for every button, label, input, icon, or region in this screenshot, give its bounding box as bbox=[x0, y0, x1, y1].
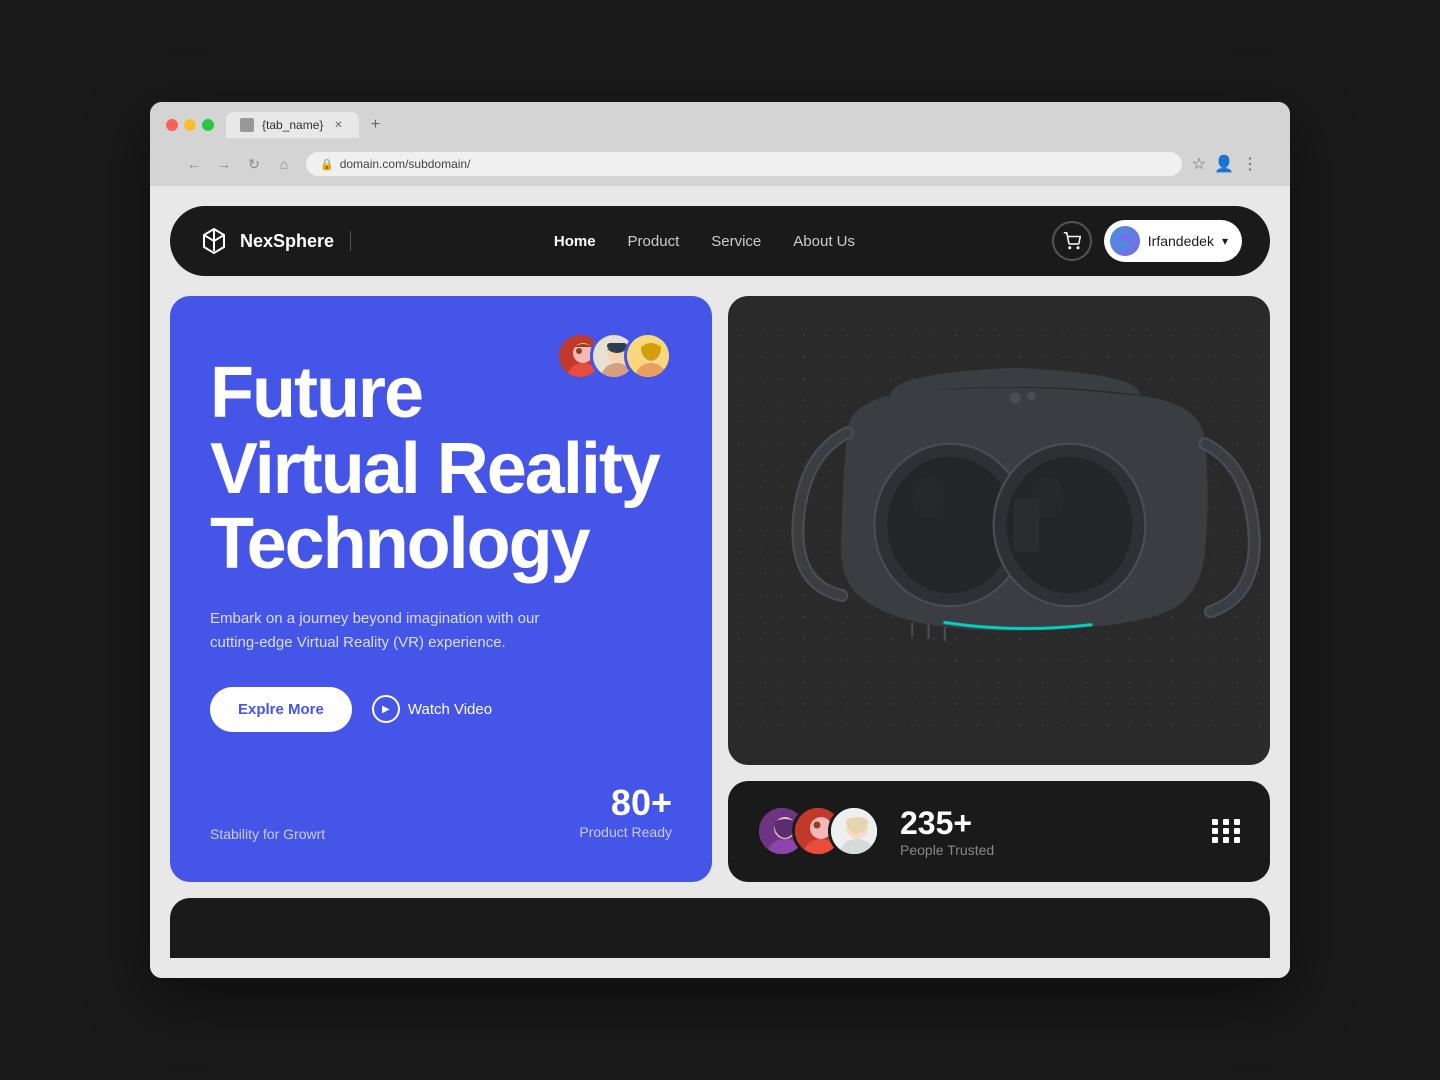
nav-links: Home Product Service About Us bbox=[554, 233, 855, 250]
browser-actions: ☆ 👤 ⋮ bbox=[1192, 154, 1258, 174]
hero-avatars bbox=[556, 332, 672, 380]
active-tab[interactable]: {tab_name} ✕ bbox=[226, 112, 359, 138]
logo-text: NexSphere bbox=[240, 231, 334, 252]
trusted-avatar-3 bbox=[828, 805, 880, 857]
forward-button[interactable]: → bbox=[212, 152, 236, 176]
maximize-button[interactable] bbox=[202, 119, 214, 131]
nav-actions: Irfandedek ▾ bbox=[1052, 220, 1242, 262]
refresh-button[interactable]: ↻ bbox=[242, 152, 266, 176]
tab-label: {tab_name} bbox=[262, 118, 323, 132]
nav-logo: NexSphere bbox=[198, 225, 357, 257]
page-content: NexSphere Home Product Service About Us bbox=[150, 186, 1290, 978]
address-bar[interactable]: 🔒 domain.com/subdomain/ bbox=[306, 152, 1182, 176]
trusted-info: 235+ People Trusted bbox=[900, 805, 1192, 858]
hero-subtitle: Embark on a journey beyond imagination w… bbox=[210, 607, 590, 655]
back-button[interactable]: ← bbox=[182, 152, 206, 176]
nav-service[interactable]: Service bbox=[711, 233, 761, 250]
trusted-label: People Trusted bbox=[900, 842, 1192, 858]
hero-left-card: Future Virtual Reality Technology Embark… bbox=[170, 296, 712, 882]
close-button[interactable] bbox=[166, 119, 178, 131]
hero-right: 235+ People Trusted bbox=[728, 296, 1270, 882]
traffic-lights bbox=[166, 119, 214, 131]
nav-buttons: ← → ↻ ⌂ bbox=[182, 152, 296, 176]
hero-stats: 80+ Product Ready bbox=[579, 782, 672, 842]
url-text: domain.com/subdomain/ bbox=[340, 157, 471, 171]
user-name: Irfandedek bbox=[1148, 233, 1214, 249]
nav-about[interactable]: About Us bbox=[793, 233, 855, 250]
nav-product[interactable]: Product bbox=[628, 233, 680, 250]
watch-video-button[interactable]: ▶ Watch Video bbox=[372, 695, 492, 723]
browser-titlebar: {tab_name} ✕ + bbox=[166, 112, 1274, 138]
chevron-down-icon: ▾ bbox=[1222, 234, 1228, 248]
tab-close-button[interactable]: ✕ bbox=[331, 118, 345, 132]
hero-section: Future Virtual Reality Technology Embark… bbox=[170, 296, 1270, 882]
new-tab-button[interactable]: + bbox=[363, 113, 387, 137]
navbar: NexSphere Home Product Service About Us bbox=[170, 206, 1270, 276]
stats-label: Product Ready bbox=[579, 824, 672, 840]
explore-more-button[interactable]: Explre More bbox=[210, 687, 352, 732]
tab-favicon bbox=[240, 118, 254, 132]
browser-chrome: {tab_name} ✕ + ← → ↻ ⌂ 🔒 domain.com/subd… bbox=[150, 102, 1290, 186]
trusted-number: 235+ bbox=[900, 805, 1192, 842]
tab-bar: {tab_name} ✕ + bbox=[226, 112, 1274, 138]
bookmark-icon[interactable]: ☆ bbox=[1192, 154, 1206, 174]
minimize-button[interactable] bbox=[184, 119, 196, 131]
nav-divider bbox=[350, 231, 351, 251]
menu-icon[interactable]: ⋮ bbox=[1242, 154, 1258, 174]
hero-buttons: Explre More ▶ Watch Video bbox=[210, 687, 672, 732]
profile-icon[interactable]: 👤 bbox=[1214, 154, 1234, 174]
hero-avatar-3 bbox=[624, 332, 672, 380]
lock-icon: 🔒 bbox=[320, 158, 334, 171]
logo-icon bbox=[198, 225, 230, 257]
vr-headset-visual bbox=[728, 296, 1270, 765]
vr-headset-card bbox=[728, 296, 1270, 765]
trusted-card: 235+ People Trusted bbox=[728, 781, 1270, 882]
user-menu-button[interactable]: Irfandedek ▾ bbox=[1104, 220, 1242, 262]
browser-addressbar: ← → ↻ ⌂ 🔒 domain.com/subdomain/ ☆ 👤 ⋮ bbox=[166, 146, 1274, 186]
stats-number: 80+ bbox=[579, 782, 672, 824]
hero-bottom: Stability for Growrt 80+ Product Ready bbox=[210, 782, 672, 842]
cart-button[interactable] bbox=[1052, 221, 1092, 261]
home-button[interactable]: ⌂ bbox=[272, 152, 296, 176]
nav-home[interactable]: Home bbox=[554, 233, 596, 250]
hero-title: Future Virtual Reality Technology bbox=[210, 356, 672, 583]
trusted-avatars bbox=[756, 805, 880, 857]
stability-text: Stability for Growrt bbox=[210, 826, 325, 842]
bottom-section-peek bbox=[170, 898, 1270, 958]
user-avatar bbox=[1110, 226, 1140, 256]
grid-icon bbox=[1212, 819, 1242, 843]
browser-window: {tab_name} ✕ + ← → ↻ ⌂ 🔒 domain.com/subd… bbox=[150, 102, 1290, 978]
play-icon: ▶ bbox=[372, 695, 400, 723]
